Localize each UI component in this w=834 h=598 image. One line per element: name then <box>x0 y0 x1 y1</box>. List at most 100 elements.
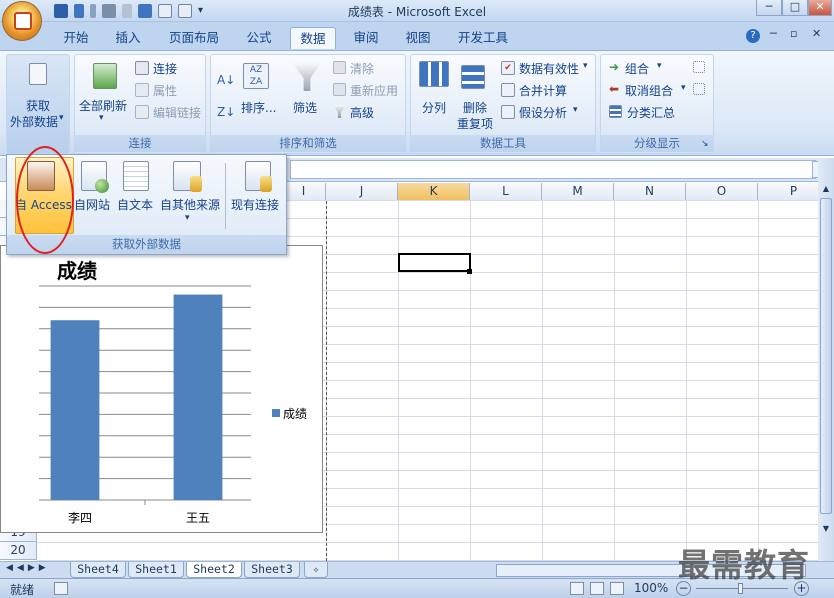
consolidate-icon <box>501 83 515 97</box>
help-icon[interactable]: ? <box>746 29 760 43</box>
outline-group-label: 分级显示 <box>601 135 713 152</box>
row-header-20[interactable]: 20 <box>0 542 37 560</box>
outline-group: ➜ 组合 ▾ ⬅ 取消组合 ▾ 分类汇总 分级显示 ↘ <box>600 54 714 154</box>
data-validation-button[interactable]: 数据有效性 <box>519 60 579 77</box>
tab-page-layout[interactable]: 页面布局 <box>164 27 224 49</box>
connections-group: 全部刷新 ▾ 连接 属性 编辑链接 连接 <box>74 54 206 154</box>
consolidate-button[interactable]: 合并计算 <box>519 82 567 99</box>
window-title: 成绩表 - Microsoft Excel <box>347 5 487 19</box>
ribbon-tabs: 开始 插入 页面布局 公式 数据 审阅 视图 开发工具 ? ─ ▫ ✕ <box>0 22 834 50</box>
page-break-view-icon[interactable] <box>610 582 624 595</box>
clear-button[interactable]: 清除 <box>350 60 374 77</box>
sheet-tab-sheet4[interactable]: Sheet4 <box>70 562 126 578</box>
column-header-k[interactable]: K <box>398 183 470 201</box>
ribbon-minimize-icon[interactable]: ─ <box>770 27 777 40</box>
selected-cell[interactable] <box>398 253 471 272</box>
advanced-button[interactable]: 高级 <box>350 104 374 121</box>
subtotal-icon <box>609 105 622 118</box>
group-dropdown-icon[interactable]: ▾ <box>657 61 662 71</box>
edit-links-button[interactable]: 编辑链接 <box>153 104 201 121</box>
subtotal-button[interactable]: 分类汇总 <box>627 104 675 121</box>
connections-button[interactable]: 连接 <box>153 60 177 77</box>
validation-dropdown-icon[interactable]: ▾ <box>583 61 588 71</box>
grid-column-line <box>758 201 759 561</box>
filter-button[interactable]: 筛选 <box>293 99 317 116</box>
page-break-line <box>326 201 327 561</box>
scroll-down-icon[interactable]: ▼ <box>820 524 832 534</box>
show-detail-icon[interactable] <box>693 61 705 73</box>
macro-record-icon[interactable] <box>54 582 68 595</box>
scroll-up-icon[interactable]: ▲ <box>820 184 832 194</box>
from-text-button[interactable]: 自文本 <box>117 196 153 213</box>
column-header-l[interactable]: L <box>470 183 542 201</box>
sort-desc-icon[interactable]: Z↓ <box>217 105 235 119</box>
minimize-button[interactable]: ─ <box>756 0 782 16</box>
reapply-icon <box>333 83 346 96</box>
text-to-columns-button[interactable]: 分列 <box>422 99 446 116</box>
tab-developer[interactable]: 开发工具 <box>450 27 516 49</box>
column-header-o[interactable]: O <box>686 183 758 201</box>
ungroup-button[interactable]: 取消组合 <box>625 82 673 99</box>
sheet-tab-sheet1[interactable]: Sheet1 <box>128 562 184 578</box>
tab-insert[interactable]: 插入 <box>108 27 148 49</box>
scroll-thumb[interactable] <box>820 198 832 514</box>
tab-review[interactable]: 审阅 <box>346 27 386 49</box>
get-external-data-button[interactable]: 获取 外部数据 ▾ <box>6 54 70 154</box>
existing-connections-button[interactable]: 现有连接 <box>231 196 279 213</box>
edit-links-icon <box>135 105 149 119</box>
sort-dialog-icon: AZ ZA <box>243 63 269 89</box>
group-icon: ➜ <box>609 60 620 74</box>
maximize-button[interactable]: □ <box>782 0 808 16</box>
office-button[interactable] <box>2 1 42 41</box>
tab-view[interactable]: 视图 <box>398 27 438 49</box>
ribbon-restore-icon[interactable]: ▫ <box>790 27 797 40</box>
chart-legend-swatch <box>272 409 280 417</box>
reapply-button[interactable]: 重新应用 <box>350 82 398 99</box>
hide-detail-icon[interactable] <box>693 83 705 95</box>
remove-duplicates-label-2[interactable]: 重复项 <box>457 115 493 132</box>
sheet-tab-sheet3[interactable]: Sheet3 <box>244 562 300 578</box>
get-external-label-2: 外部数据 <box>10 115 59 129</box>
what-if-dropdown-icon[interactable]: ▾ <box>573 105 578 115</box>
dialog-launcher-icon[interactable]: ↘ <box>701 139 709 149</box>
formula-input[interactable] <box>290 160 816 179</box>
tab-formulas[interactable]: 公式 <box>238 27 280 49</box>
tab-data[interactable]: 数据 <box>290 27 336 49</box>
chart[interactable]: 成绩 李四 王五 成绩 <box>0 245 323 533</box>
page-layout-view-icon[interactable] <box>590 582 604 595</box>
from-other-sources-button[interactable]: 自其他来源 <box>160 196 220 213</box>
insert-sheet-icon[interactable]: ✧ <box>304 562 328 578</box>
refresh-all-button[interactable]: 全部刷新 <box>79 97 127 114</box>
vertical-scrollbar[interactable]: ▲ ▼ <box>818 158 834 561</box>
other-sources-arrow-icon[interactable]: ▾ <box>185 213 190 223</box>
ribbon-close-icon[interactable]: ✕ <box>812 27 821 40</box>
column-header-i[interactable]: I <box>282 183 326 201</box>
zoom-level[interactable]: 100% <box>634 581 668 595</box>
existing-connections-icon <box>245 161 272 192</box>
close-button[interactable]: ✕ <box>808 0 832 16</box>
what-if-button[interactable]: 假设分析 <box>519 104 567 121</box>
sheet-nav-icon[interactable]: ◀◀▶▶ <box>6 563 50 573</box>
fill-handle[interactable] <box>467 269 472 274</box>
sort-asc-icon[interactable]: A↓ <box>217 73 235 87</box>
chart-bar <box>50 320 100 500</box>
chart-category-label: 王五 <box>186 511 210 525</box>
properties-button[interactable]: 属性 <box>153 82 177 99</box>
web-icon <box>81 161 109 193</box>
chart-category-label: 李四 <box>68 510 92 525</box>
sheet-tab-sheet2[interactable]: Sheet2 <box>186 562 242 578</box>
what-if-icon <box>501 105 515 119</box>
ungroup-dropdown-icon[interactable]: ▾ <box>681 83 686 93</box>
group-button[interactable]: 组合 <box>625 60 649 77</box>
column-header-m[interactable]: M <box>542 183 614 201</box>
sort-button[interactable]: 排序... <box>241 99 276 116</box>
sort-filter-group: A↓ Z↓ AZ ZA 排序... 筛选 清除 重新应用 高级 排序和筛选 <box>210 54 406 154</box>
refresh-arrow-icon[interactable]: ▾ <box>99 113 104 123</box>
column-header-j[interactable]: J <box>326 183 398 201</box>
column-header-p[interactable]: P <box>758 183 818 201</box>
from-web-button[interactable]: 自网站 <box>74 196 110 213</box>
tab-home[interactable]: 开始 <box>56 27 96 49</box>
normal-view-icon[interactable] <box>570 582 584 595</box>
remove-duplicates-label-1[interactable]: 删除 <box>463 99 487 116</box>
column-header-n[interactable]: N <box>614 183 686 201</box>
